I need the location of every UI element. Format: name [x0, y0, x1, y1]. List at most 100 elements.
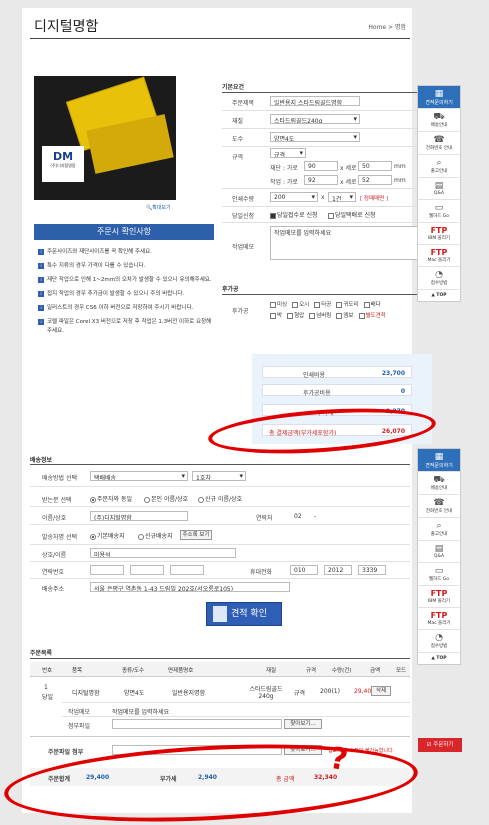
recv-opt3-radio[interactable] — [198, 496, 204, 503]
name-input[interactable]: (주)디지털명함 — [90, 511, 188, 521]
sets-select[interactable]: 1건 — [328, 192, 356, 202]
info-icon: i — [38, 277, 44, 283]
send-opt2-radio[interactable] — [138, 533, 144, 540]
recv-opt1-radio[interactable] — [90, 496, 96, 503]
send-opt1-radio[interactable] — [90, 533, 96, 540]
cut-height-input[interactable]: 50 — [358, 161, 392, 171]
product-image: DM (주)디지털명함 — [34, 76, 176, 200]
size-select[interactable]: 규격 — [270, 148, 306, 158]
sidebar-top-button[interactable]: ▲ TOP — [418, 289, 460, 301]
sidebar2-item-delivery[interactable]: ⛟ 배송안내 — [418, 471, 460, 494]
browse-all-button[interactable]: 찾아보기... — [284, 745, 322, 755]
qty-hint[interactable]: [ 정매매면 ] — [360, 194, 388, 202]
sidebar-item-webhard[interactable]: ▭ 웹하드 Go — [418, 199, 460, 222]
option-row2-3[interactable]: 엠보 — [336, 312, 354, 319]
color-select[interactable]: 양면4도 — [270, 132, 360, 142]
zoom-link[interactable]: 🔍확대보기 — [146, 204, 171, 211]
row-type: 양면4도 — [124, 690, 145, 697]
sender-label: 발송자명 선택 — [42, 534, 78, 541]
check-icon: ☑ — [426, 742, 432, 748]
browse-button[interactable]: 찾아보기... — [284, 719, 322, 729]
paper-select[interactable]: 스타드림골드240g — [270, 114, 360, 124]
recv-opt3[interactable]: 신규 이름/상호 — [198, 494, 242, 503]
attach-input[interactable] — [112, 719, 282, 729]
tel-3-input[interactable] — [170, 565, 204, 575]
delete-button[interactable]: 삭제 — [371, 686, 391, 696]
mobile-2-input[interactable]: 2012 — [324, 565, 352, 575]
recv-opt2[interactable]: 본인 이름/상호 — [144, 494, 188, 503]
address-input[interactable]: 서울 은평구 역촌동 1-43 드림빌 202호(서오릉로105) — [90, 582, 290, 592]
delivery-opt2[interactable]: 당일택배로 신청 — [328, 210, 376, 219]
options-row-1: 미싱 오시 타공 귀도리 배다 — [270, 300, 386, 308]
sidebar-item-shipping[interactable]: ⌕ 출고안내 — [418, 154, 460, 177]
order-title-input[interactable]: 일반용지 스타드림골드명함 — [270, 96, 360, 106]
order-header-cell: 재질 — [266, 668, 277, 674]
page-container: 디지털명함 Home > 명함 DM (주)디지털명함 🔍확대보기 주문시 확인… — [2, 8, 438, 825]
mobile-1-input[interactable]: 010 — [290, 565, 318, 575]
option-row2-2[interactable]: 넘버링 — [309, 312, 331, 319]
sidebar2-quote-button[interactable]: ▦ 견적문의하기 — [418, 449, 460, 471]
cut-width-input[interactable]: 90 — [304, 161, 338, 171]
order-button[interactable]: ☑ 주문하기 — [418, 738, 462, 752]
phone-value[interactable]: 02 — [294, 513, 302, 520]
option-row1-2[interactable]: 타공 — [314, 301, 331, 308]
sidebar-ftp-mac[interactable]: FTP Mac 올리기 — [418, 244, 460, 266]
option-row2-0[interactable]: 박 — [270, 312, 282, 319]
breadcrumb[interactable]: Home > 명함 — [368, 22, 406, 31]
sidebar2-item-qna[interactable]: ▤ Q&A — [418, 540, 460, 562]
tel-2-input[interactable] — [130, 565, 164, 575]
sidebar2-item-webhard[interactable]: ▭ 웹하드 Go — [418, 562, 460, 585]
delivery-opt1[interactable]: 당일접수로 신청 — [270, 210, 318, 219]
order-header-cell: 모드 — [396, 668, 407, 674]
method-sub-select[interactable]: 1호차 — [192, 471, 246, 481]
work-unit: mm — [394, 177, 406, 184]
order-header-cell: 금액 — [370, 668, 381, 674]
options-section-title: 후가공 — [222, 286, 239, 293]
recv-opt1[interactable]: 주문자와 동일 — [90, 494, 132, 503]
sidebar-item-delivery[interactable]: ⛟ 배송안내 — [418, 108, 460, 131]
option-row2-4[interactable]: 별도견적 — [358, 312, 386, 319]
sidebar-item-qna[interactable]: ▤ Q&A — [418, 177, 460, 199]
send-opt1[interactable]: 기본배송지 — [90, 531, 125, 540]
estimate-button[interactable]: 견적 확인 — [206, 602, 282, 626]
option-row1-1[interactable]: 오시 — [292, 301, 309, 308]
notice-item: i 재단 작업으로 인해 1~2mm의 오차가 발생할 수 있으니 유의해주세요. — [38, 276, 213, 285]
tel-1-input[interactable] — [90, 565, 124, 575]
memo-textarea[interactable]: 작업메모를 입력하세요 — [270, 226, 426, 260]
qty-select[interactable]: 200 — [270, 192, 318, 202]
method-select[interactable]: 택배배송 — [90, 471, 188, 481]
sidebar-item-phone[interactable]: ☎ 전화번호 안내 — [418, 131, 460, 154]
notice-item: i 일러스트의 경우 CS6 이하 버전으로 저장하여 주시기 바랍니다. — [38, 304, 213, 313]
order-list-title: 주문목록 — [30, 650, 53, 657]
sidebar2-ftp-mac[interactable]: FTP Mac 올리기 — [418, 607, 460, 629]
option-row2-1[interactable]: 형압 — [287, 312, 304, 319]
option-row1-4[interactable]: 배다 — [363, 301, 381, 308]
delivery-opt1-checkbox[interactable] — [270, 212, 276, 219]
title-divider — [30, 38, 410, 39]
work-width-input[interactable]: 92 — [304, 175, 338, 185]
monitor-icon: ▭ — [434, 566, 444, 576]
send-opt2[interactable]: 신규배송지 — [138, 531, 173, 540]
attach-all-input[interactable] — [112, 745, 282, 755]
address-book-button[interactable]: 주소록 보기 — [180, 530, 212, 540]
delivery-opt2-checkbox[interactable] — [328, 212, 334, 219]
sidebar2-item-shipping[interactable]: ⌕ 출고안내 — [418, 517, 460, 540]
recv-opt2-radio[interactable] — [144, 496, 150, 503]
basic-divider — [222, 92, 432, 93]
option-row1-0[interactable]: 미싱 — [270, 301, 287, 308]
name-label: 이름/상호 — [42, 515, 67, 522]
sidebar-ftp-ibm[interactable]: FTP IBM 올리기 — [418, 222, 460, 244]
sidebar2-item-phone[interactable]: ☎ 전화번호 안내 — [418, 494, 460, 517]
work-memo-value[interactable]: 작업메모를 입력하세요 — [112, 707, 169, 716]
work-height-input[interactable]: 52 — [358, 175, 392, 185]
attach-all-label: 주문파일 첨부 — [48, 749, 84, 756]
cut-unit: mm — [394, 163, 406, 170]
sidebar2-ftp-ibm[interactable]: FTP IBM 올리기 — [418, 585, 460, 607]
sidebar-item-method[interactable]: ◔ 접수방법 — [418, 266, 460, 289]
mobile-3-input[interactable]: 3339 — [358, 565, 386, 575]
company-input[interactable]: 미용석 — [90, 548, 236, 558]
sidebar-quote-button[interactable]: ▦ 견적문의하기 — [418, 86, 460, 108]
sidebar2-item-method[interactable]: ◔ 접수방법 — [418, 629, 460, 652]
option-row1-3[interactable]: 귀도리 — [336, 301, 359, 308]
sidebar2-top-button[interactable]: ▲ TOP — [418, 652, 460, 664]
